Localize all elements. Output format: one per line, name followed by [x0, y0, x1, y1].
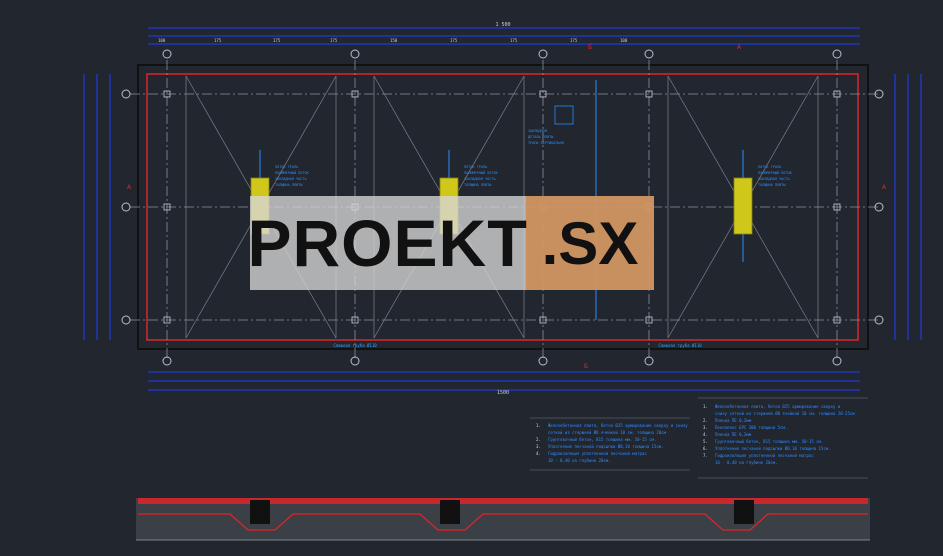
drain-pipe-label-right: Сливная труба Ø110 — [658, 343, 702, 348]
legend-number: 3. — [703, 425, 708, 430]
legend-item-text: 10 - 0,40 на глубине 20см. — [548, 458, 611, 463]
top-dimension-text: 175 — [273, 38, 281, 43]
legend-number: 3. — [536, 444, 541, 449]
svg-text:ТОЛЩИНА ПЛИТЫ: ТОЛЩИНА ПЛИТЫ — [275, 183, 302, 187]
watermark-text-right: .SX — [526, 196, 654, 290]
legend-item-text: Грунтовочный бетон, В15 толщина мм. 50-1… — [715, 439, 823, 444]
svg-text:ТОЛЩИНА ПЛИТЫ: ТОЛЩИНА ПЛИТЫ — [758, 183, 785, 187]
top-dimension-text: 150 — [390, 38, 398, 43]
svg-text:ПОЛИМЕРНЫЙ ЛОТОК: ПОЛИМЕРНЫЙ ЛОТОК — [758, 170, 793, 175]
svg-text:ЛОТОК ТРАПА: ЛОТОК ТРАПА — [275, 165, 299, 169]
top-dimension-text: 175 — [330, 38, 338, 43]
svg-text:ДЕТАЛЬ ПЛИТЫ: ДЕТАЛЬ ПЛИТЫ — [528, 135, 553, 139]
bottom-overall-dimension: 1500 — [497, 390, 509, 396]
svg-text:ПОЛИМЕРНЫЙ ЛОТОК: ПОЛИМЕРНЫЙ ЛОТОК — [464, 170, 499, 175]
top-dimension-text: 175 — [214, 38, 222, 43]
svg-text:ПОЛИМЕРНЫЙ ЛОТОК: ПОЛИМЕРНЫЙ ЛОТОК — [275, 170, 310, 175]
svg-text:А: А — [882, 184, 887, 191]
section-cut — [136, 498, 870, 541]
svg-text:ТРАПА ВЕРТИКАЛЬНО: ТРАПА ВЕРТИКАЛЬНО — [528, 141, 564, 145]
legend-item-text: сеткой из стержней Ø8 ячейкой 10 см. тол… — [548, 430, 667, 435]
legend-item-text: Пеноплекс ЕРС 300 толщина 5см. — [715, 425, 787, 430]
legend-item-text: Пленка ПЕ 0,2мм — [715, 418, 752, 423]
legend-number: 2. — [703, 418, 708, 423]
svg-text:ЗАКЛАДНАЯ: ЗАКЛАДНАЯ — [528, 129, 547, 133]
drain-pipe-label-left: Сливная труба Ø110 — [333, 343, 377, 348]
cad-drawing-view: 1 500 100 175 175 175 150 175 175 175 100 — [0, 0, 943, 556]
top-dimension-texts: 100 175 175 175 150 175 175 175 100 — [158, 38, 628, 43]
top-dimension-text: 100 — [620, 38, 628, 43]
legend-number: 4. — [536, 451, 541, 456]
legend-item-text: Пленка ПЕ 0,2мм — [715, 432, 752, 437]
legend-item-text: Уплотнение песчаной подсыпки Ø0,10 толщи… — [715, 446, 831, 451]
overall-dimension: 1 500 — [495, 22, 510, 28]
legend-number: 7. — [703, 453, 708, 458]
watermark-text-left: PROEKT — [247, 206, 529, 280]
svg-text:ЗАКЛАДНАЯ ЧАСТЬ: ЗАКЛАДНАЯ ЧАСТЬ — [464, 177, 496, 181]
legend-left: 1. Железобетонная плита, бетон В25 армиро… — [536, 423, 688, 463]
svg-text:ЛОТОК ТРАПА: ЛОТОК ТРАПА — [464, 165, 488, 169]
legend-number: 5. — [703, 439, 708, 444]
legend-number: 1. — [703, 404, 708, 409]
legend-item-text: Железобетонная плита, бетон В25 армирова… — [548, 423, 688, 428]
legend-right: 1. Железобетонная плита, бетон В25 армиро… — [703, 404, 855, 465]
legend-number: 4. — [703, 432, 708, 437]
svg-text:ЗАКЛАДНАЯ ЧАСТЬ: ЗАКЛАДНАЯ ЧАСТЬ — [758, 177, 790, 181]
legend-number: 2. — [536, 437, 541, 442]
svg-text:Б: Б — [588, 44, 592, 51]
legend-item-text: Гидроизоляция уплотненной песчаной матра… — [548, 451, 647, 456]
legend-number: 1. — [536, 423, 541, 428]
top-dimension-text: 175 — [510, 38, 518, 43]
svg-text:ТОЛЩИНА ПЛИТЫ: ТОЛЩИНА ПЛИТЫ — [464, 183, 491, 187]
top-dimension-text: 100 — [158, 38, 166, 43]
svg-text:ЛОТОК ТРАПА: ЛОТОК ТРАПА — [758, 165, 782, 169]
watermark: PROEKT .SX — [247, 196, 654, 290]
legend-item-text: Грунтовочный бетон, В15 толщина мм. 50-1… — [548, 437, 656, 442]
detail-box — [554, 105, 574, 125]
legend-item-text: Железобетонная плита, бетон В25 армирова… — [715, 404, 841, 409]
top-dimension-text: 175 — [570, 38, 578, 43]
legend-item-text: 10 - 0,40 на глубине 20см. — [715, 460, 778, 465]
svg-text:ЗАКЛАДНАЯ ЧАСТЬ: ЗАКЛАДНАЯ ЧАСТЬ — [275, 177, 307, 181]
legend-item-text: Уплотнение песчаной подсыпки Ø0,10 толщи… — [548, 444, 664, 449]
svg-text:А: А — [737, 44, 742, 51]
legend-item-text: Гидроизоляция уплотненной песчаной матра… — [715, 453, 814, 458]
svg-text:А: А — [127, 184, 132, 191]
top-dimension-text: 175 — [450, 38, 458, 43]
legend-item-text: снизу сеткой из стержней Ø8 ячейкой 10 с… — [715, 411, 855, 416]
svg-text:Б: Б — [584, 363, 588, 370]
legend-number: 6. — [703, 446, 708, 451]
